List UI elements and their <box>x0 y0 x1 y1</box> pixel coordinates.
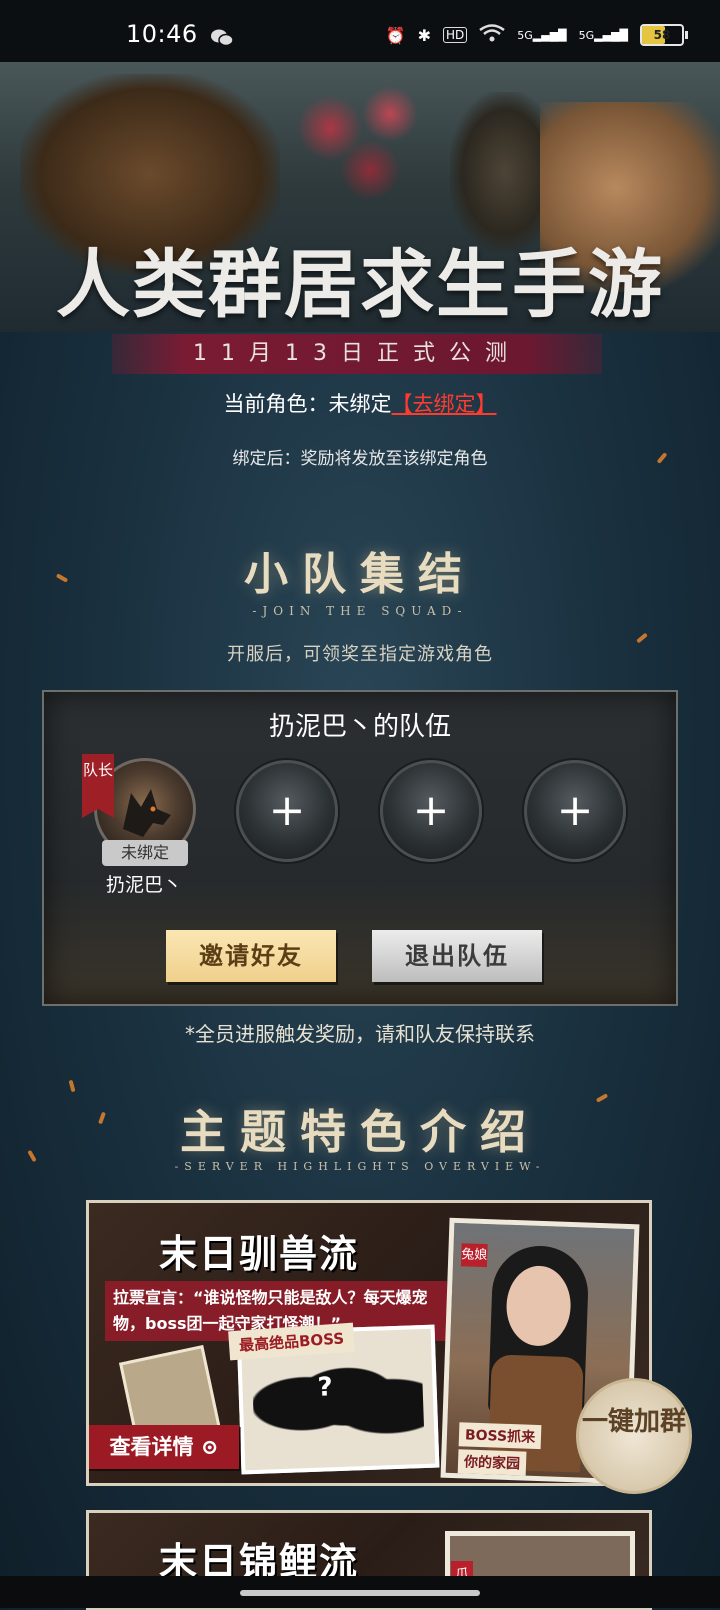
empty-slot-3[interactable]: + <box>524 760 626 862</box>
empty-slot-1[interactable]: + <box>236 760 338 862</box>
team-reward-note: *全员进服触发奖励，请和队友保持联系 <box>185 1022 535 1046</box>
caption-line-2: 你的家园 <box>457 1449 527 1476</box>
battery-icon: 58 <box>640 24 688 46</box>
hero-title: 人类群居求生手游 <box>56 242 664 328</box>
invite-friends-button[interactable]: 邀请好友 <box>166 930 336 982</box>
alarm-icon: ⏰ <box>385 25 406 45</box>
signal-icon-2: 5G▂▄▆█ <box>578 28 628 42</box>
squad-section-subtitle: -JOIN THE SQUAD- <box>252 604 468 618</box>
leader-tag: 队长 <box>82 754 114 818</box>
leader-name: 扔泥巴丶 <box>105 874 182 896</box>
boss-mystery-mark: ? <box>317 1372 334 1403</box>
ember-decoration <box>68 1079 76 1093</box>
current-role-row: 当前角色：未绑定【去绑定】 <box>0 388 720 418</box>
portrait-name-tag: 兔娘 <box>460 1243 488 1268</box>
leader-status-badge: 未绑定 <box>102 840 188 866</box>
portrait-caption: BOSS抓来 你的家园 <box>457 1419 580 1477</box>
status-time: 10:46 <box>126 20 198 48</box>
plus-icon: + <box>556 785 594 836</box>
squad-panel: 扔泥巴丶的队伍 队长 未绑定 扔泥巴丶 + + + 邀请好友 退出队伍 <box>42 690 678 1006</box>
current-role-label: 当前角色： <box>223 392 329 416</box>
features-section-subtitle: -SERVER HIGHLIGHTS OVERVIEW- <box>174 1160 546 1173</box>
card-title: 末日驯兽流 <box>159 1231 360 1276</box>
wolf-icon <box>123 789 171 837</box>
caption-line-1: BOSS抓来 <box>458 1422 542 1450</box>
quit-team-button[interactable]: 退出队伍 <box>372 930 542 982</box>
bind-hint: 绑定后：奖励将发放至该绑定角色 <box>232 449 488 469</box>
empty-slot-2[interactable]: + <box>380 760 482 862</box>
plus-icon: + <box>268 785 306 836</box>
features-section-title: 主题特色介绍 <box>180 1105 540 1159</box>
hd-icon: HD <box>442 27 468 43</box>
team-name: 扔泥巴丶的队伍 <box>268 712 451 742</box>
squad-section-note: 开服后，可领奖至指定游戏角色 <box>227 644 493 665</box>
plus-icon: + <box>412 785 450 836</box>
signal-icon-1: 5G▂▄▆█ <box>517 28 567 42</box>
launch-date-banner: 11月13日正式公测 <box>112 334 602 374</box>
squad-section-title: 小队集结 <box>244 549 476 600</box>
hero-banner: 人类群居求生手游 <box>0 62 720 332</box>
feature-card-beast[interactable]: 末日驯兽流 拉票宣言：“谁说怪物只能是敌人？每天爆宠物，boss团一起守家打怪潮… <box>86 1200 652 1486</box>
bluetooth-icon: ✱ <box>417 25 431 45</box>
bind-role-link[interactable]: 【去绑定】 <box>392 392 497 416</box>
flower-art <box>270 72 470 212</box>
status-bar: 10:46 ⏰ ✱ HD 5G▂▄▆█ 5G▂▄▆█ 58 <box>0 0 720 62</box>
view-details-button[interactable]: 查看详情 ⊙ <box>89 1425 239 1469</box>
home-indicator[interactable] <box>240 1590 480 1596</box>
wechat-icon <box>210 28 234 52</box>
status-icons: ⏰ ✱ HD 5G▂▄▆█ 5G▂▄▆█ 58 <box>385 24 688 46</box>
wifi-icon <box>479 24 505 46</box>
join-group-button[interactable]: 一键加群 <box>576 1378 692 1494</box>
current-role-value: 未绑定 <box>328 392 392 416</box>
